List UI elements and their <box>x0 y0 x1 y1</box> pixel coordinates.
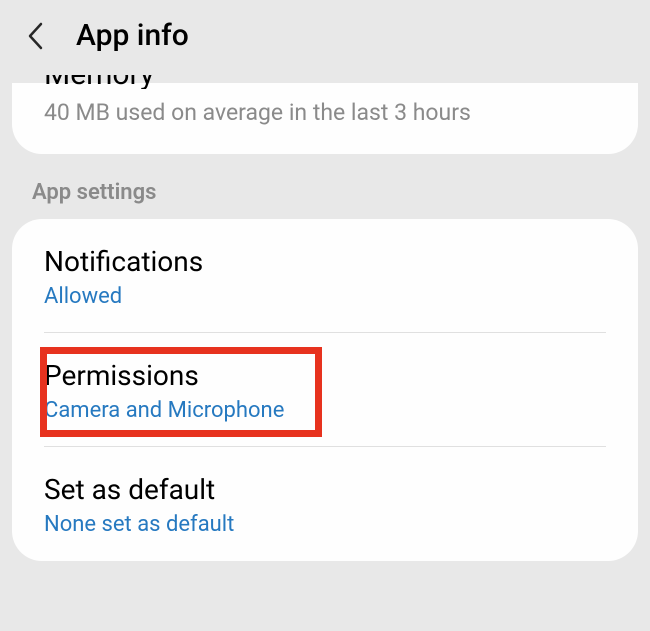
memory-title: Memory <box>44 75 606 89</box>
setting-default[interactable]: Set as default None set as default <box>12 447 638 561</box>
page-title: App info <box>76 18 189 53</box>
setting-notifications[interactable]: Notifications Allowed <box>12 219 638 333</box>
setting-default-title: Set as default <box>44 473 606 506</box>
back-icon[interactable] <box>24 24 48 48</box>
section-header-app-settings: App settings <box>0 154 650 219</box>
setting-notifications-title: Notifications <box>44 245 606 278</box>
memory-subtitle: 40 MB used on average in the last 3 hour… <box>44 99 606 126</box>
setting-permissions-title: Permissions <box>44 359 606 392</box>
setting-permissions[interactable]: Permissions Camera and Microphone <box>12 333 638 447</box>
setting-permissions-subtitle: Camera and Microphone <box>44 398 606 423</box>
setting-default-subtitle: None set as default <box>44 512 606 537</box>
app-settings-card: Notifications Allowed Permissions Camera… <box>12 219 638 561</box>
app-info-header: App info <box>0 0 650 83</box>
memory-card[interactable]: Memory 40 MB used on average in the last… <box>12 83 638 154</box>
setting-notifications-subtitle: Allowed <box>44 284 606 309</box>
